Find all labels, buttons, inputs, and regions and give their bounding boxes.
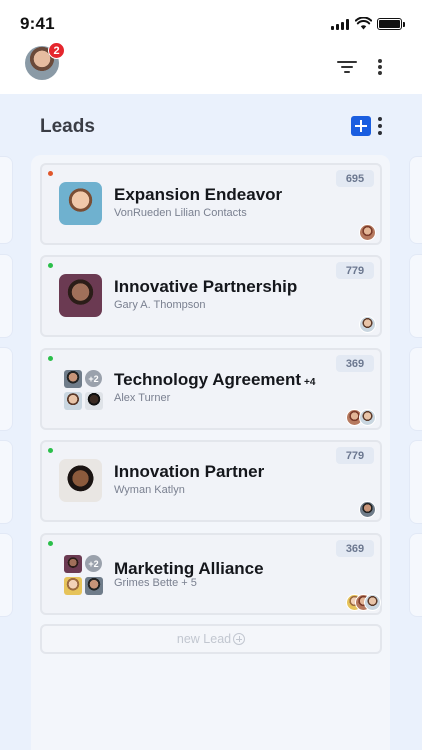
lead-subtitle: Gary A. Thompson bbox=[114, 299, 206, 311]
status-bar: 9:41 bbox=[0, 0, 422, 44]
lead-avatar bbox=[59, 274, 102, 317]
member-avatar bbox=[85, 392, 103, 410]
status-dot bbox=[48, 356, 53, 361]
side-column-right bbox=[409, 156, 422, 244]
lead-title: Innovation Partner bbox=[114, 462, 265, 481]
lead-count-badge: 779 bbox=[336, 447, 374, 464]
side-column-left bbox=[0, 254, 13, 338]
side-column-left bbox=[0, 347, 13, 431]
lead-count-badge: 779 bbox=[336, 262, 374, 279]
lead-subtitle: Wyman Katlyn bbox=[114, 484, 185, 496]
member-avatar bbox=[64, 577, 82, 595]
owner-avatar bbox=[359, 409, 376, 426]
side-column-left bbox=[0, 440, 13, 524]
wifi-icon bbox=[354, 16, 373, 30]
avatar-group: +2 bbox=[61, 553, 105, 597]
lead-card[interactable]: +2 Marketing Alliance Grimes Bette + 5 3… bbox=[40, 533, 382, 615]
side-column-right bbox=[409, 254, 422, 338]
side-column-right bbox=[409, 440, 422, 524]
leads-board: Leads Expansion Endeavor VonRueden Lilia… bbox=[0, 94, 422, 750]
lead-subtitle: Grimes Bette + 5 bbox=[114, 577, 197, 589]
more-members-badge: +2 bbox=[85, 555, 102, 572]
add-lead-button[interactable] bbox=[351, 116, 371, 136]
new-lead-label: new Lead bbox=[176, 632, 232, 646]
side-column-left bbox=[0, 156, 13, 244]
member-avatar bbox=[85, 577, 103, 595]
status-dot bbox=[48, 541, 53, 546]
more-vertical-icon[interactable] bbox=[376, 57, 384, 77]
top-header: 2 bbox=[0, 42, 422, 94]
lead-title: Innovative Partnership bbox=[114, 277, 298, 296]
lead-avatar bbox=[59, 182, 102, 225]
page-title: Leads bbox=[40, 116, 95, 137]
notification-badge: 2 bbox=[48, 42, 65, 59]
owner-avatar bbox=[359, 224, 376, 241]
status-dot bbox=[48, 448, 53, 453]
lead-card[interactable]: Innovative Partnership Gary A. Thompson … bbox=[40, 255, 382, 337]
owner-avatar bbox=[364, 594, 381, 611]
member-avatar bbox=[64, 370, 82, 388]
lead-card[interactable]: +2 Technology Agreement +4 Alex Turner 36… bbox=[40, 348, 382, 430]
status-dot bbox=[48, 263, 53, 268]
side-column-right bbox=[409, 347, 422, 431]
lead-title: Marketing Alliance bbox=[114, 559, 264, 578]
member-avatar bbox=[64, 555, 82, 573]
filter-icon[interactable] bbox=[337, 59, 357, 75]
plus-circle-icon bbox=[233, 633, 246, 645]
status-time: 9:41 bbox=[20, 14, 55, 33]
lead-subtitle: VonRueden Lilian Contacts bbox=[114, 207, 247, 219]
lead-card[interactable]: Innovation Partner Wyman Katlyn 779 bbox=[40, 440, 382, 522]
lead-title: Expansion Endeavor bbox=[114, 185, 283, 204]
lead-title-extra: +4 bbox=[304, 377, 316, 388]
avatar-group: +2 bbox=[61, 368, 105, 412]
lead-count-badge: 369 bbox=[336, 355, 374, 372]
lead-subtitle: Alex Turner bbox=[114, 392, 171, 404]
owner-avatar bbox=[359, 501, 376, 518]
member-avatar bbox=[64, 392, 82, 410]
lead-count-badge: 369 bbox=[336, 540, 374, 557]
more-members-badge: +2 bbox=[85, 370, 102, 387]
side-column-left bbox=[0, 533, 13, 617]
status-dot bbox=[48, 171, 53, 176]
lead-title: Technology Agreement +4 bbox=[114, 370, 316, 389]
board-more-icon[interactable] bbox=[376, 115, 384, 137]
new-lead-button[interactable]: new Lead bbox=[40, 624, 382, 654]
battery-icon bbox=[377, 18, 405, 30]
side-column-right bbox=[409, 533, 422, 617]
owner-avatar bbox=[359, 316, 376, 333]
user-avatar[interactable]: 2 bbox=[25, 42, 65, 80]
lead-avatar bbox=[59, 459, 102, 502]
lead-count-badge: 695 bbox=[336, 170, 374, 187]
cellular-signal-icon bbox=[331, 19, 349, 30]
lead-card[interactable]: Expansion Endeavor VonRueden Lilian Cont… bbox=[40, 163, 382, 245]
